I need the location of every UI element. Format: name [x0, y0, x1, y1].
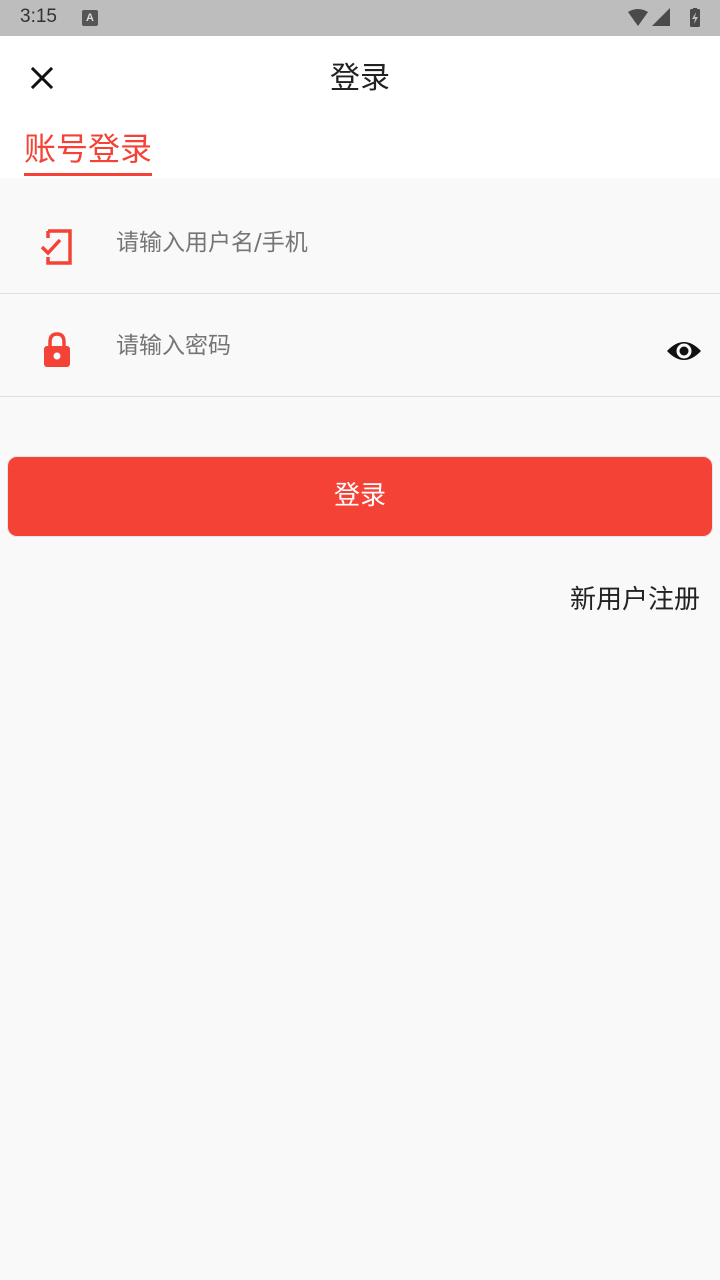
username-input[interactable]	[116, 222, 636, 264]
wifi-icon	[628, 9, 648, 26]
header: 登录 账号登录	[0, 36, 720, 178]
tab-account-login[interactable]: 账号登录	[24, 128, 153, 176]
notification-icon: A	[82, 10, 98, 26]
lock-icon	[44, 332, 70, 367]
page-title: 登录	[330, 61, 390, 96]
register-link[interactable]: 新用户注册	[570, 580, 700, 620]
status-time: 3:15	[20, 6, 57, 27]
status-icons	[628, 8, 700, 27]
eye-icon[interactable]	[666, 337, 702, 365]
signal-icon	[652, 8, 670, 26]
status-bar: 3:15 A	[0, 0, 720, 36]
login-button[interactable]: 登录	[7, 456, 713, 537]
username-field-row	[0, 192, 720, 294]
password-input[interactable]	[116, 325, 636, 367]
password-field-row	[0, 295, 720, 397]
phone-check-icon	[40, 229, 72, 265]
battery-charging-icon	[690, 8, 700, 27]
